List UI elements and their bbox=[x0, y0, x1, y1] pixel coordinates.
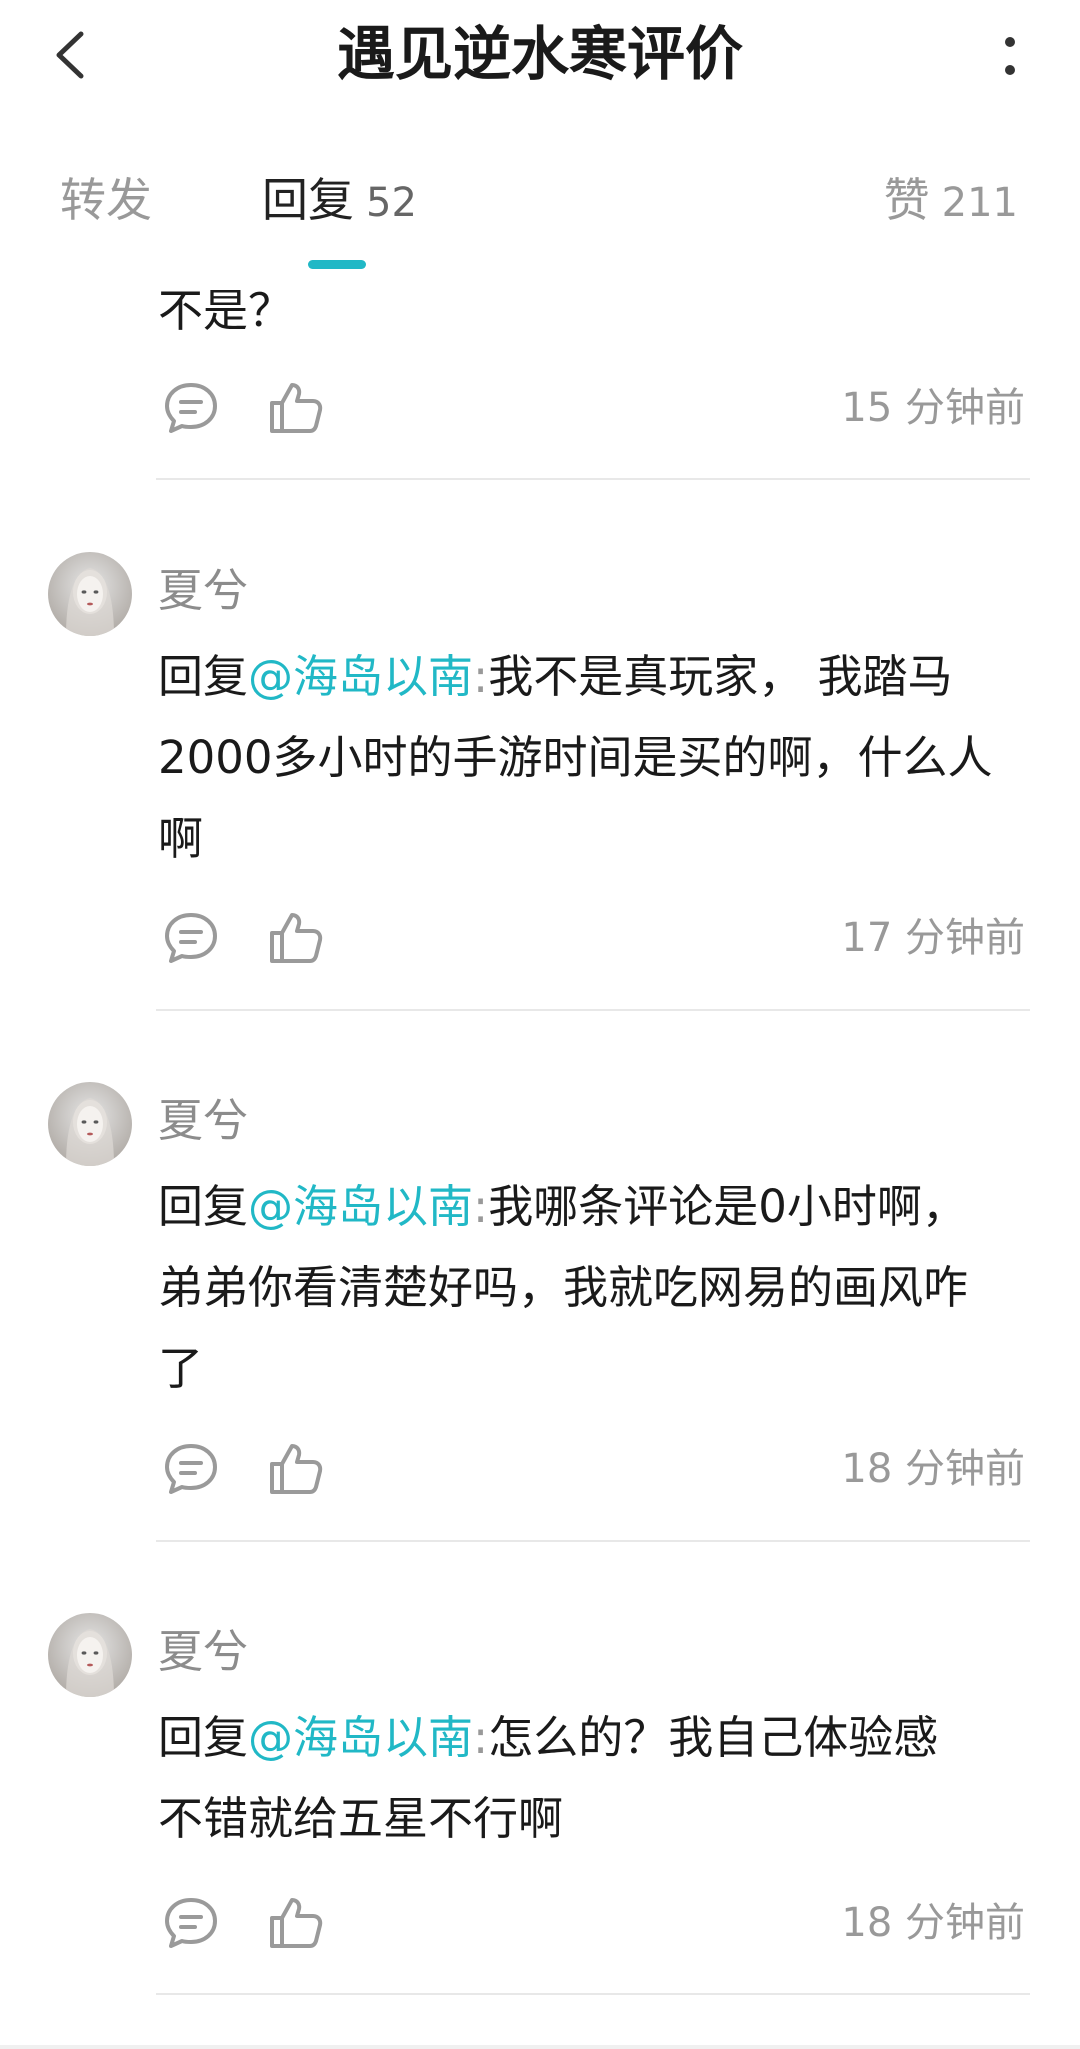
avatar-image bbox=[48, 1613, 132, 1697]
separator: : bbox=[473, 1180, 489, 1233]
divider bbox=[156, 1009, 1030, 1011]
more-options-button[interactable] bbox=[990, 22, 1030, 92]
separator: : bbox=[473, 650, 489, 703]
comment-actions: 18 分钟前 bbox=[158, 1434, 1030, 1504]
tab-forward[interactable]: 转发 bbox=[60, 160, 152, 240]
username[interactable]: 夏兮 bbox=[158, 1086, 248, 1156]
comment-content: 怎么的？我自己体验感 bbox=[488, 1711, 939, 1764]
comment-time: 17 分钟前 bbox=[841, 915, 1025, 961]
comment-line: 2000多小时的手游时间是买的啊，什么人 bbox=[158, 731, 993, 784]
comment-line: 回复@海岛以南:我不是真玩家， 我踏马 bbox=[158, 636, 1038, 717]
bottom-edge bbox=[0, 2045, 1080, 2049]
divider bbox=[156, 1993, 1030, 1995]
username[interactable]: 夏兮 bbox=[158, 556, 248, 626]
tab-bar: 转发 回复 52 赞 211 bbox=[0, 160, 1080, 270]
active-tab-indicator bbox=[308, 260, 366, 269]
comment-content: 我不是真玩家， 我踏马 bbox=[488, 650, 953, 703]
thumbs-up-icon[interactable] bbox=[268, 1442, 324, 1496]
page-title: 遇见逆水寒评价 bbox=[336, 20, 743, 88]
thumbs-up-icon[interactable] bbox=[268, 1896, 324, 1950]
separator: : bbox=[473, 1711, 489, 1764]
divider bbox=[156, 1540, 1030, 1542]
tab-reply-count: 52 bbox=[366, 180, 417, 226]
comment-bubble-icon[interactable] bbox=[163, 1896, 219, 1950]
tab-like-count: 211 bbox=[941, 180, 1018, 226]
comment-line: 不错就给五星不行啊 bbox=[158, 1792, 564, 1845]
comment-actions: 15 分钟前 bbox=[158, 373, 1030, 443]
comment-text: 回复@海岛以南:怎么的？我自己体验感 不错就给五星不行啊 bbox=[158, 1697, 1038, 1859]
avatar-image bbox=[48, 552, 132, 636]
reply-prefix: 回复 bbox=[158, 650, 249, 703]
mention-link[interactable]: @海岛以南 bbox=[248, 1711, 473, 1764]
comment-text: 回复@海岛以南:我不是真玩家， 我踏马 2000多小时的手游时间是买的啊，什么人… bbox=[158, 636, 1038, 879]
comment-line: 了 bbox=[158, 1342, 204, 1395]
comment-time: 18 分钟前 bbox=[841, 1900, 1025, 1946]
thumbs-up-icon[interactable] bbox=[268, 381, 324, 435]
comment-line: 回复@海岛以南:我哪条评论是0小时啊， bbox=[158, 1166, 1038, 1247]
tab-reply[interactable]: 回复 52 bbox=[262, 160, 417, 243]
divider bbox=[156, 478, 1030, 480]
tab-like[interactable]: 赞 211 bbox=[884, 160, 1018, 243]
comment-text: 回复@海岛以南:我哪条评论是0小时啊， 弟弟你看清楚好吗，我就吃网易的画风咋 了 bbox=[158, 1166, 1038, 1409]
comment-text: 不是？ bbox=[158, 284, 294, 337]
reply-prefix: 回复 bbox=[158, 1180, 249, 1233]
comment-actions: 18 分钟前 bbox=[158, 1888, 1030, 1958]
avatar[interactable] bbox=[48, 1613, 132, 1697]
avatar[interactable] bbox=[48, 1082, 132, 1166]
top-bar: 遇见逆水寒评价 bbox=[0, 0, 1080, 110]
avatar[interactable] bbox=[48, 552, 132, 636]
comment-bubble-icon[interactable] bbox=[163, 911, 219, 965]
tab-like-label: 赞 bbox=[883, 173, 930, 227]
reply-prefix: 回复 bbox=[158, 1711, 249, 1764]
comment-line: 回复@海岛以南:怎么的？我自己体验感 bbox=[158, 1697, 1038, 1778]
comment-time: 15 分钟前 bbox=[841, 385, 1025, 431]
comment-actions: 17 分钟前 bbox=[158, 903, 1030, 973]
comment-line: 啊 bbox=[158, 812, 204, 865]
comment-line: 弟弟你看清楚好吗，我就吃网易的画风咋 bbox=[158, 1261, 969, 1314]
thumbs-up-icon[interactable] bbox=[268, 911, 324, 965]
mention-link[interactable]: @海岛以南 bbox=[248, 650, 473, 703]
username[interactable]: 夏兮 bbox=[158, 1617, 248, 1687]
comment-bubble-icon[interactable] bbox=[163, 381, 219, 435]
comment-content: 我哪条评论是0小时啊， bbox=[488, 1180, 967, 1233]
avatar-image bbox=[48, 1082, 132, 1166]
comment-bubble-icon[interactable] bbox=[163, 1442, 219, 1496]
mention-link[interactable]: @海岛以南 bbox=[248, 1180, 473, 1233]
tab-reply-label: 回复 bbox=[262, 173, 354, 227]
comment-time: 18 分钟前 bbox=[841, 1446, 1025, 1492]
tab-forward-label: 转发 bbox=[60, 173, 152, 227]
vertical-dots-icon bbox=[1005, 37, 1015, 75]
